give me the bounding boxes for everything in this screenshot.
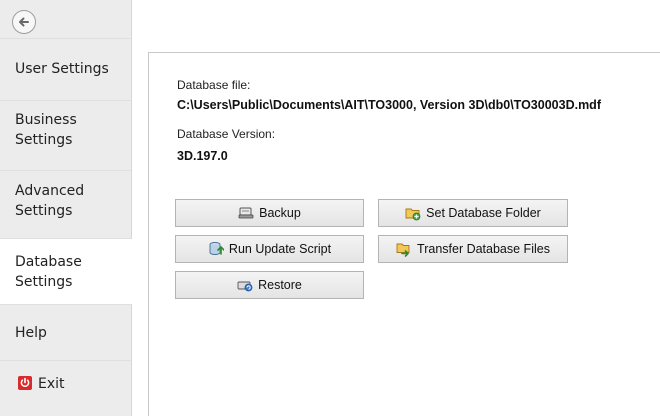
sidebar-item-label: Help [15, 325, 47, 341]
sidebar-item-label-line1: Advanced [15, 183, 85, 199]
database-version-label: Database Version: [177, 127, 276, 141]
sidebar-item-label-line2: Settings [15, 274, 73, 290]
restore-icon [237, 277, 253, 293]
sidebar-item-user-settings[interactable]: User Settings [0, 38, 131, 100]
database-file-label: Database file: [177, 78, 251, 92]
sidebar-item-advanced-settings[interactable]: Advanced Settings [0, 170, 131, 238]
restore-button[interactable]: Restore [175, 271, 364, 299]
transfer-database-files-button[interactable]: Transfer Database Files [378, 235, 568, 263]
run-update-script-button-label: Run Update Script [228, 242, 332, 256]
power-icon [18, 376, 32, 390]
sidebar-item-label-line1: Database [15, 254, 82, 270]
run-update-script-button[interactable]: Run Update Script [175, 235, 364, 263]
sidebar-item-label: Exit [38, 376, 65, 392]
database-update-icon [208, 241, 225, 257]
back-arrow-icon [19, 17, 29, 27]
set-database-folder-button-label: Set Database Folder [426, 206, 541, 220]
backup-button-label: Backup [259, 206, 301, 220]
folder-transfer-icon [396, 241, 412, 257]
back-button[interactable] [12, 10, 36, 34]
sidebar-item-label-line1: Business [15, 112, 77, 128]
sidebar-item-exit[interactable]: Exit [0, 360, 131, 416]
set-database-folder-button[interactable]: Set Database Folder [378, 199, 568, 227]
sidebar-item-help[interactable]: Help [0, 304, 131, 360]
backup-button[interactable]: Backup [175, 199, 364, 227]
database-settings-panel: Database file: C:\Users\Public\Documents… [148, 52, 660, 416]
database-file-path: C:\Users\Public\Documents\AIT\TO3000, Ve… [177, 98, 601, 112]
folder-add-icon [405, 205, 421, 221]
sidebar: User Settings Business Settings Advanced… [0, 0, 132, 416]
transfer-database-files-button-label: Transfer Database Files [417, 242, 550, 256]
back-area [0, 0, 131, 38]
sidebar-item-label-line2: Settings [15, 132, 73, 148]
sidebar-item-label: User Settings [15, 61, 109, 77]
restore-button-label: Restore [258, 278, 302, 292]
sidebar-item-database-settings[interactable]: Database Settings [0, 238, 132, 304]
sidebar-item-business-settings[interactable]: Business Settings [0, 100, 131, 170]
scanner-icon [238, 205, 254, 221]
sidebar-item-label-line2: Settings [15, 203, 73, 219]
database-version-value: 3D.197.0 [177, 149, 228, 163]
